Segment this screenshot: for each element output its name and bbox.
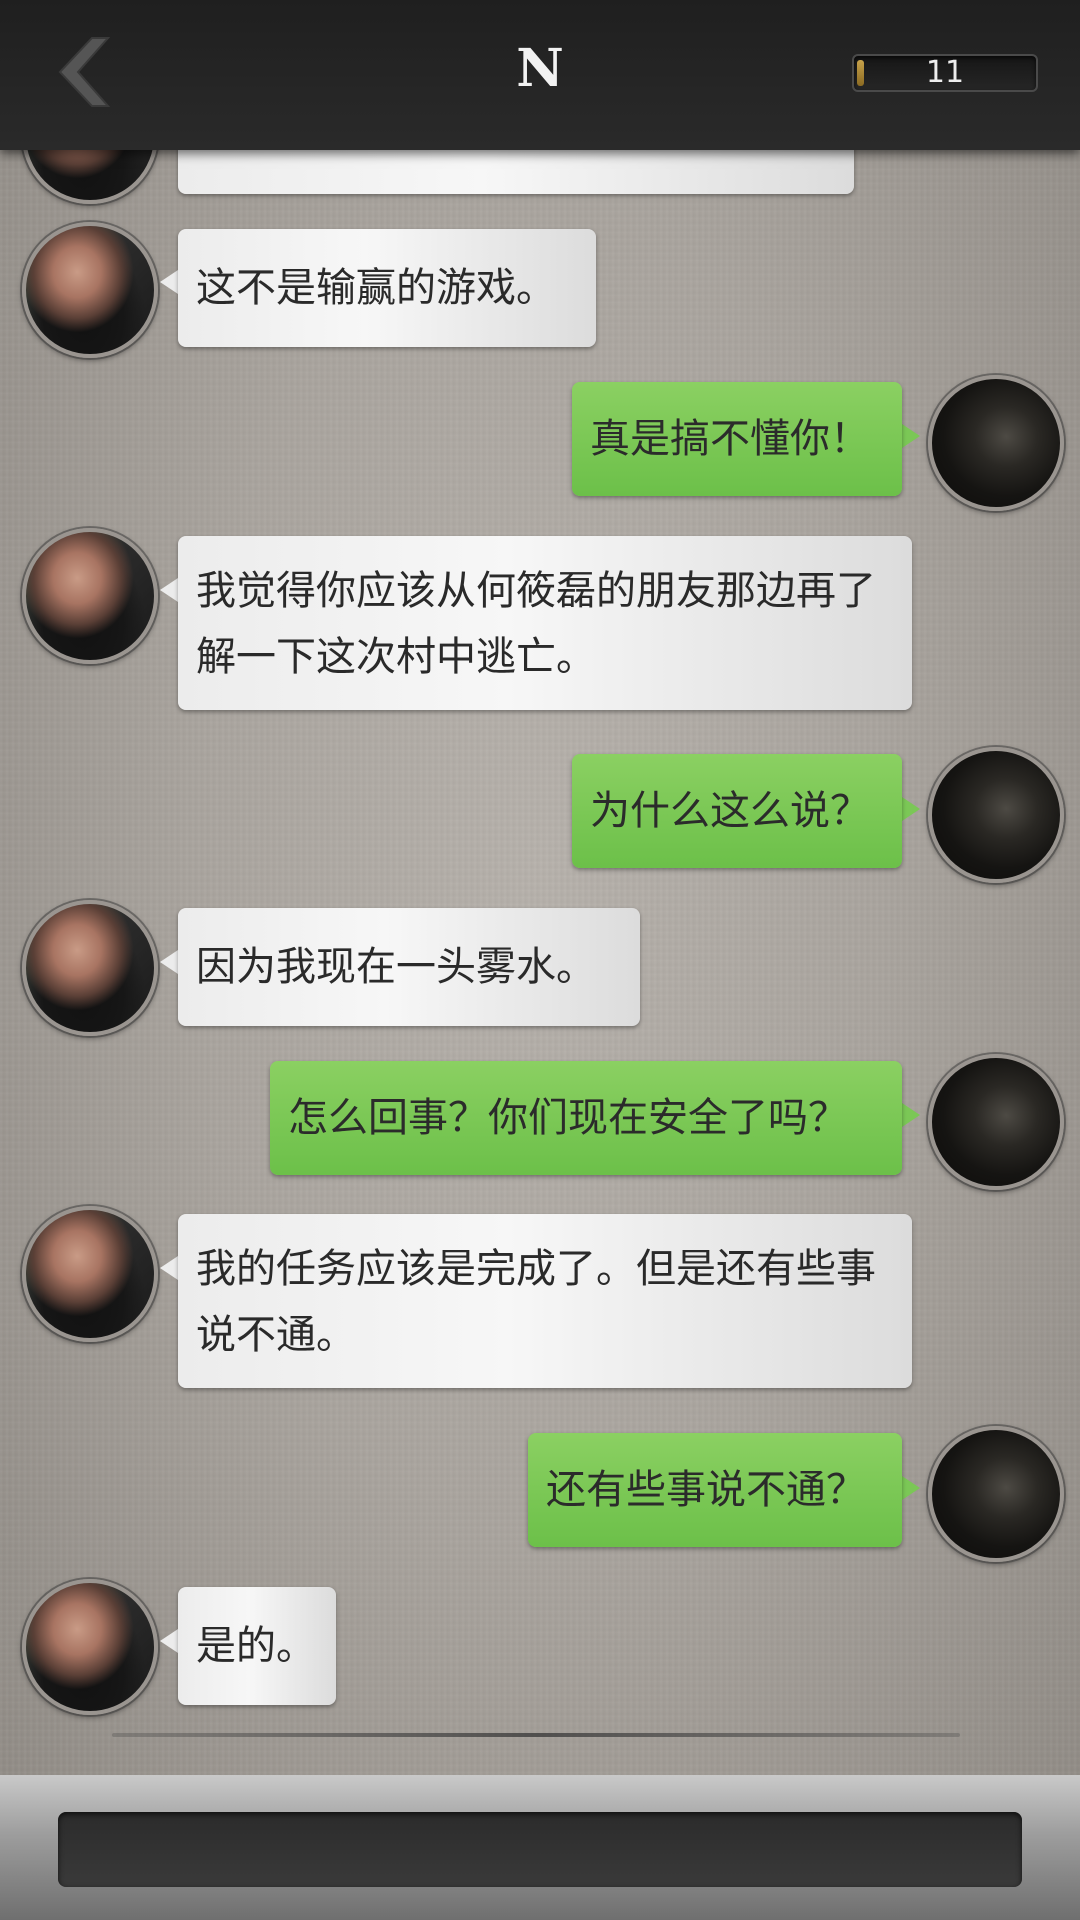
player-avatar[interactable]	[928, 375, 1064, 511]
npc-avatar[interactable]	[22, 222, 158, 358]
message-bubble-player: 为什么这么说？	[572, 754, 902, 868]
bubble-tail	[160, 578, 178, 602]
bubble-tail	[160, 950, 178, 974]
player-avatar[interactable]	[928, 747, 1064, 883]
counter-value: 11	[925, 55, 965, 90]
message-bubble-npc: 这不是输赢的游戏。	[178, 229, 596, 347]
message-bubble-npc: 我的任务应该是完成了。但是还有些事说不通。	[178, 1214, 912, 1388]
npc-avatar[interactable]	[22, 1579, 158, 1715]
message-bubble-player: 怎么回事？你们现在安全了吗？	[270, 1061, 902, 1175]
counter-badge: 11	[852, 54, 1038, 92]
bubble-tail	[902, 1476, 920, 1500]
input-area	[0, 1775, 1080, 1920]
chat-title: N	[516, 38, 564, 99]
player-avatar[interactable]	[928, 1426, 1064, 1562]
bubble-tail	[160, 1256, 178, 1280]
message-bubble-player: 还有些事说不通？	[528, 1433, 902, 1547]
bubble-tail	[902, 797, 920, 821]
message-bubble-npc: 我觉得你应该从何筱磊的朋友那边再了解一下这次村中逃亡。	[178, 536, 912, 710]
npc-avatar[interactable]	[22, 900, 158, 1036]
divider	[112, 1733, 960, 1737]
bubble-tail	[902, 424, 920, 448]
message-bubble-npc: 因为我现在一头雾水。	[178, 908, 640, 1026]
npc-avatar[interactable]	[22, 1206, 158, 1342]
npc-avatar[interactable]	[22, 528, 158, 664]
player-avatar[interactable]	[928, 1054, 1064, 1190]
back-button[interactable]	[52, 34, 112, 110]
message-input[interactable]	[58, 1812, 1022, 1887]
bubble-tail	[160, 1629, 178, 1653]
chevron-left-icon	[58, 37, 111, 107]
bubble-tail	[160, 270, 178, 294]
message-bubble-npc: 是的。	[178, 1587, 336, 1705]
top-bar: N 11	[0, 0, 1080, 150]
message-bubble-player: 真是搞不懂你！	[572, 382, 902, 496]
bubble-tail	[902, 1103, 920, 1127]
